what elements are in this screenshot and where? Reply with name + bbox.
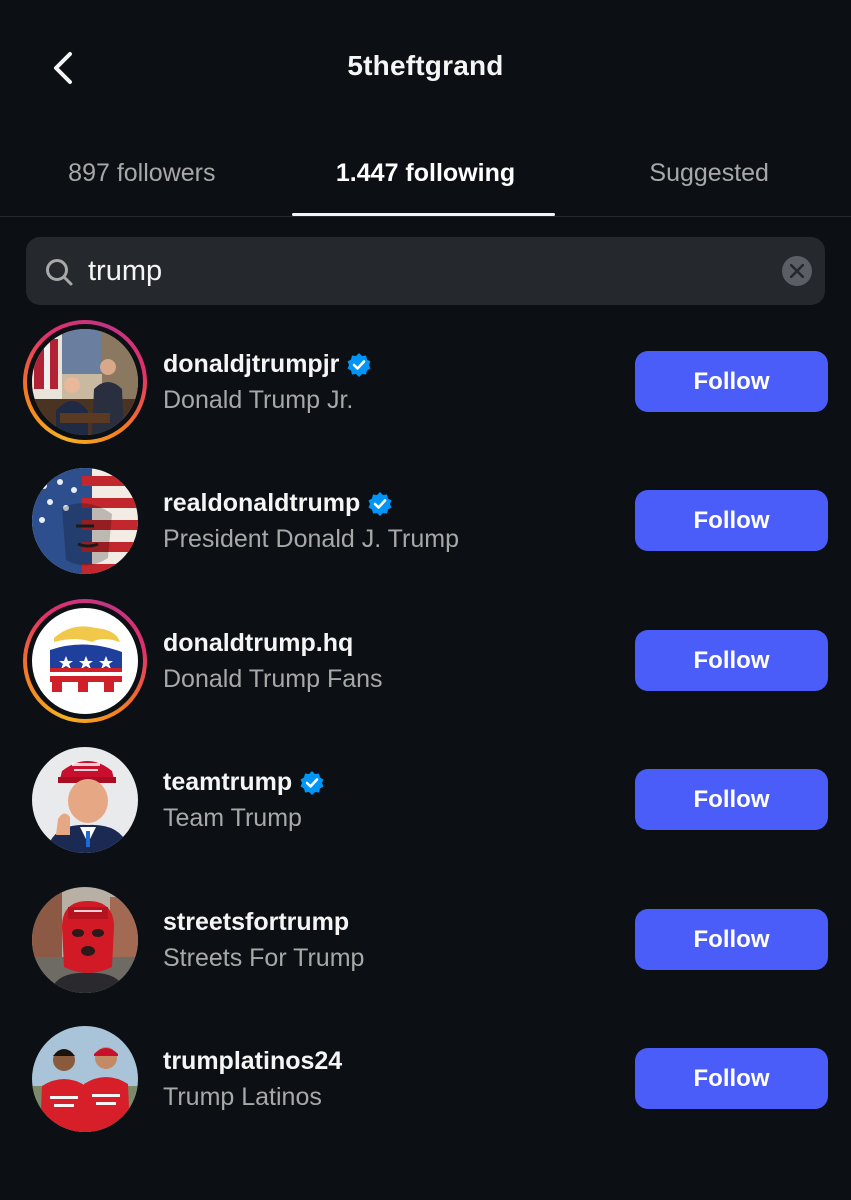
tab-following[interactable]: 1.447 following	[284, 140, 568, 216]
avatar[interactable]	[23, 738, 147, 862]
search-icon	[46, 259, 73, 286]
avatar[interactable]	[23, 598, 147, 723]
profile-photo-icon	[32, 607, 138, 714]
username[interactable]: teamtrump	[163, 768, 292, 797]
full-name: Team Trump	[163, 804, 302, 833]
verified-badge-icon	[368, 491, 392, 516]
follow-button[interactable]: Follow	[635, 351, 828, 412]
full-name: Donald Trump Jr.	[163, 386, 354, 414]
list-item[interactable]: trumplatinos24 Trump Latinos Follow	[0, 1009, 851, 1148]
tab-bar: 897 followers 1.447 following Suggested	[0, 140, 851, 217]
clear-search-button[interactable]	[782, 256, 812, 286]
avatar[interactable]	[23, 878, 147, 1002]
full-name: Streets For Trump	[163, 943, 365, 972]
list-item[interactable]: donaldjtrumpjr Donald Trump Jr. Follow	[0, 312, 851, 451]
profile-photo-icon	[32, 329, 138, 435]
page-title: 5theftgrand	[347, 50, 504, 81]
avatar[interactable]	[23, 320, 147, 444]
username[interactable]: trumplatinos24	[163, 1047, 342, 1076]
full-name: Donald Trump Fans	[163, 664, 383, 693]
follow-button[interactable]: Follow	[635, 629, 828, 691]
avatar[interactable]	[23, 1017, 147, 1141]
avatar[interactable]	[23, 459, 147, 583]
full-name: Trump Latinos	[163, 1082, 322, 1111]
username[interactable]: donaldjtrumpjr	[163, 350, 339, 379]
profile-photo-icon	[32, 747, 138, 854]
list-item[interactable]: streetsfortrump Streets For Trump Follow	[0, 870, 851, 1009]
follow-button[interactable]: Follow	[635, 490, 828, 552]
list-item[interactable]: donaldtrump.hq Donald Trump Fans Follow	[0, 591, 851, 730]
tab-suggested[interactable]: Suggested	[567, 140, 851, 216]
full-name: President Donald J. Trump	[163, 525, 459, 554]
account-list: donaldjtrumpjr Donald Trump Jr. Follow r…	[0, 312, 851, 1148]
search-bar	[26, 237, 825, 305]
username[interactable]: donaldtrump.hq	[163, 629, 353, 658]
follow-button[interactable]: Follow	[635, 769, 828, 831]
list-item[interactable]: teamtrump Team Trump Follow	[0, 730, 851, 869]
profile-photo-icon	[32, 886, 138, 993]
verified-badge-icon	[300, 770, 324, 795]
username[interactable]: realdonaldtrump	[163, 489, 360, 518]
username[interactable]: streetsfortrump	[163, 908, 349, 937]
search-input[interactable]	[88, 237, 768, 305]
follow-button[interactable]: Follow	[635, 1047, 828, 1109]
verified-badge-icon	[347, 352, 371, 377]
profile-photo-icon	[32, 1025, 138, 1132]
header: 5theftgrand	[0, 0, 851, 130]
list-item[interactable]: realdonaldtrump President Donald J. Trum…	[0, 451, 851, 590]
profile-photo-icon	[32, 468, 138, 575]
follow-button[interactable]: Follow	[635, 908, 828, 970]
clear-icon	[790, 264, 804, 278]
tab-followers[interactable]: 897 followers	[0, 140, 284, 216]
